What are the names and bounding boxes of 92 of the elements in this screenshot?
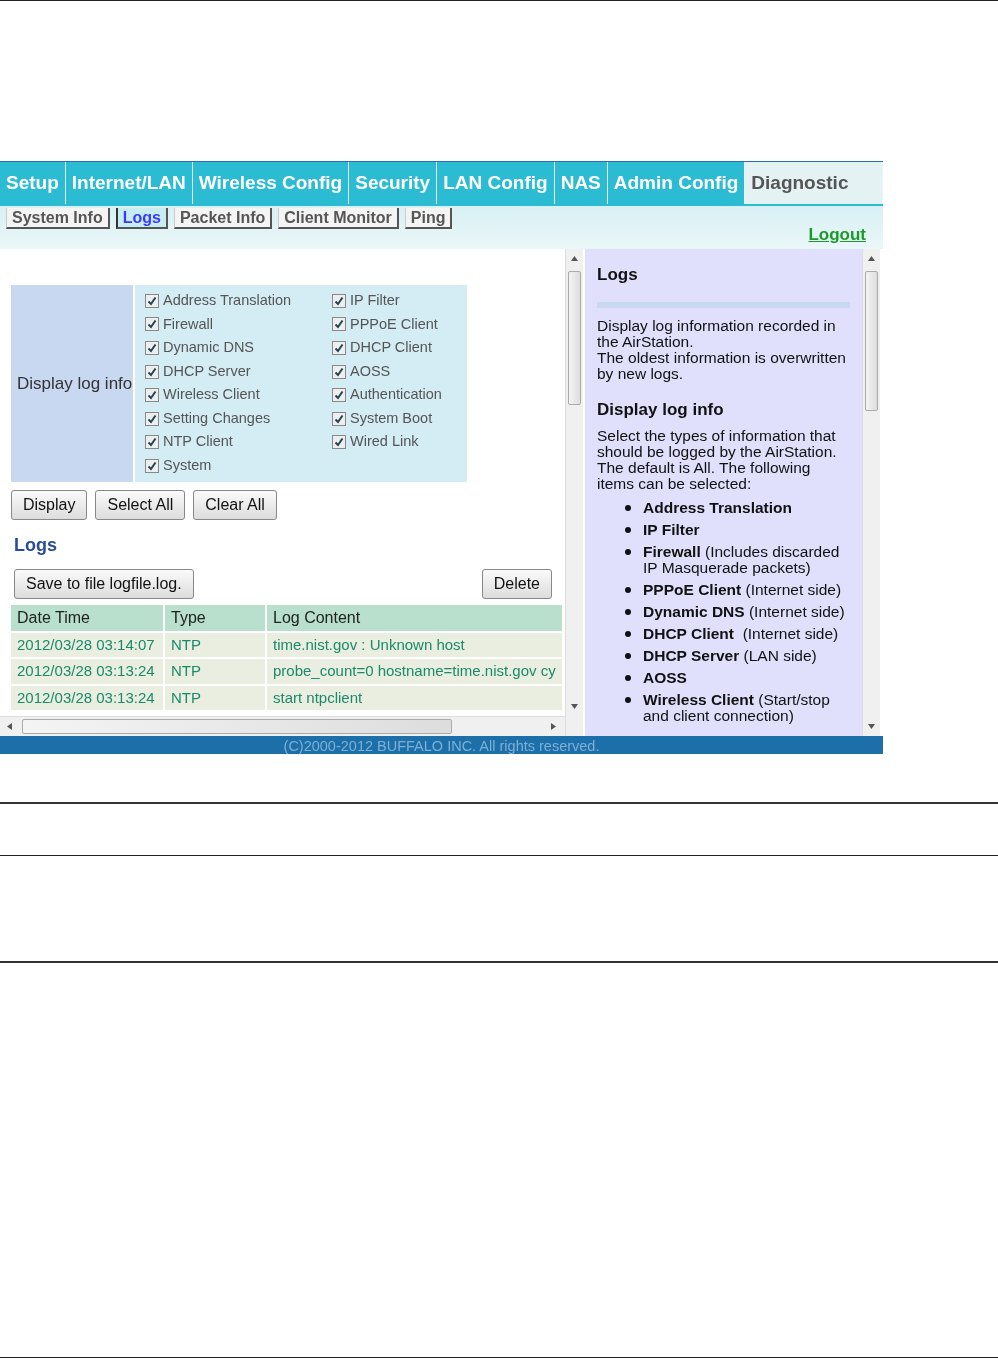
scroll-arrow-icon[interactable] xyxy=(571,255,578,262)
checkbox[interactable] xyxy=(332,435,346,450)
checkbox-label: Setting Changes xyxy=(163,408,271,428)
checkbox[interactable] xyxy=(145,388,159,403)
sub-tab[interactable]: System Info xyxy=(6,208,110,229)
checkbox[interactable] xyxy=(145,293,159,308)
bullet-icon xyxy=(625,608,631,615)
help-subtitle: Display log info xyxy=(597,400,725,421)
scrollbar[interactable] xyxy=(0,716,565,736)
table-cell: NTP xyxy=(165,683,265,711)
bullet-icon xyxy=(625,674,631,681)
sub-tab[interactable]: Client Monitor xyxy=(278,208,399,229)
help-list-item: Wireless Client (Start/stop and client connection) xyxy=(643,691,831,724)
checkbox-label: Wireless Client xyxy=(163,385,260,405)
scrollbar-thumb[interactable] xyxy=(865,271,878,411)
checkbox[interactable] xyxy=(145,458,159,473)
bullet-icon xyxy=(625,586,631,593)
checkbox[interactable] xyxy=(332,411,346,426)
scroll-arrow-icon[interactable] xyxy=(6,723,13,730)
help-text: Display log information recorded in the AirStation. xyxy=(597,318,837,351)
table-cell: NTP xyxy=(165,630,265,658)
checkbox[interactable] xyxy=(145,411,159,426)
checkbox-label: IP Filter xyxy=(350,290,400,310)
checkbox[interactable] xyxy=(145,435,159,450)
checkbox-label: PPPoE Client xyxy=(350,314,438,334)
section-heading: Logs xyxy=(14,533,58,557)
checkbox-label: System xyxy=(163,456,212,476)
checkbox-label: DHCP Client xyxy=(350,338,432,358)
help-list-item: DHCP Client (Internet side) xyxy=(643,625,839,642)
scroll-arrow-icon[interactable] xyxy=(550,723,557,730)
sub-tab[interactable]: Ping xyxy=(404,208,453,229)
checkbox[interactable] xyxy=(145,317,159,332)
column-header: Log Content xyxy=(267,604,562,631)
checkbox[interactable] xyxy=(145,341,159,355)
help-list-item: AOSS xyxy=(643,669,687,686)
bullet-icon xyxy=(625,696,631,703)
scroll-arrow-icon[interactable] xyxy=(868,723,875,730)
delete-button[interactable]: Delete xyxy=(481,568,552,599)
help-title: Logs xyxy=(597,265,639,286)
table-cell: time.nist.gov : Unknown host xyxy=(267,630,562,658)
checkbox[interactable] xyxy=(145,364,159,379)
checkbox[interactable] xyxy=(332,341,346,355)
table-cell: probe_count=0 hostname=time.nist.gov cy xyxy=(267,657,562,684)
bullet-icon xyxy=(625,526,631,533)
action-button[interactable]: Select All xyxy=(95,489,186,520)
column-header: Type xyxy=(165,604,265,631)
action-button[interactable]: Clear All xyxy=(193,489,277,520)
table-cell: NTP xyxy=(165,657,265,684)
help-list-item: IP Filter xyxy=(643,521,700,538)
checkbox[interactable] xyxy=(332,364,346,379)
bullet-icon xyxy=(625,548,631,555)
bullet-icon xyxy=(625,630,631,637)
scroll-arrow-icon[interactable] xyxy=(571,703,578,710)
scrollbar[interactable] xyxy=(565,249,583,736)
bullet-icon xyxy=(625,504,631,511)
checkbox-label: System Boot xyxy=(350,408,433,428)
table-cell: 2012/03/28 03:13:24 xyxy=(11,683,163,711)
checkbox-label: Dynamic DNS xyxy=(163,338,255,358)
column-header: Date Time xyxy=(11,604,163,631)
field-label: Display log info xyxy=(11,285,135,482)
checkbox[interactable] xyxy=(332,388,346,403)
checkbox-label: Authentication xyxy=(350,385,442,405)
bullet-icon xyxy=(625,652,631,659)
help-list-item: Dynamic DNS (Internet side) xyxy=(643,603,845,620)
help-text: The oldest information is overwritten by new logs. xyxy=(597,350,847,383)
checkbox-label: Firewall xyxy=(163,314,213,334)
scrollbar-thumb[interactable] xyxy=(568,271,581,405)
table-cell: 2012/03/28 03:14:07 xyxy=(11,630,163,658)
logout-link[interactable]: Logout xyxy=(808,221,866,247)
save-button[interactable]: Save to file logfile.log. xyxy=(14,568,194,599)
help-list-item: DHCP Server (LAN side) xyxy=(643,647,817,664)
help-list-item: PPPoE Client (Internet side) xyxy=(643,581,842,598)
help-list-item: Firewall (Includes discarded IP Masquerade packets) xyxy=(643,543,841,576)
copyright-footer: (C)2000-2012 BUFFALO INC. All rights reserved. xyxy=(0,736,883,754)
checkbox[interactable] xyxy=(332,293,346,308)
table-cell: 2012/03/28 03:13:24 xyxy=(11,657,163,684)
scrollbar[interactable] xyxy=(862,249,880,736)
checkbox[interactable] xyxy=(332,317,346,332)
checkbox-label: Wired Link xyxy=(350,432,419,452)
checkbox-label: AOSS xyxy=(350,361,391,381)
sub-tab[interactable]: Packet Info xyxy=(173,208,273,229)
checkbox-label: Address Translation xyxy=(163,290,292,310)
action-button[interactable]: Display xyxy=(11,489,88,520)
checkbox-label: DHCP Server xyxy=(163,361,251,381)
help-text: Select the types of information that should be logged by the AirStation. The default is All. The following items can be selected: xyxy=(597,427,838,492)
table-cell: start ntpclient xyxy=(267,683,562,711)
sub-tab[interactable]: Logs xyxy=(115,208,168,229)
scrollbar-thumb[interactable] xyxy=(22,719,452,734)
scroll-arrow-icon[interactable] xyxy=(868,255,875,262)
help-list-item: Address Translation xyxy=(643,499,792,516)
checkbox-label: NTP Client xyxy=(163,432,233,452)
nav-tab[interactable]: Diagnostic xyxy=(745,162,883,204)
